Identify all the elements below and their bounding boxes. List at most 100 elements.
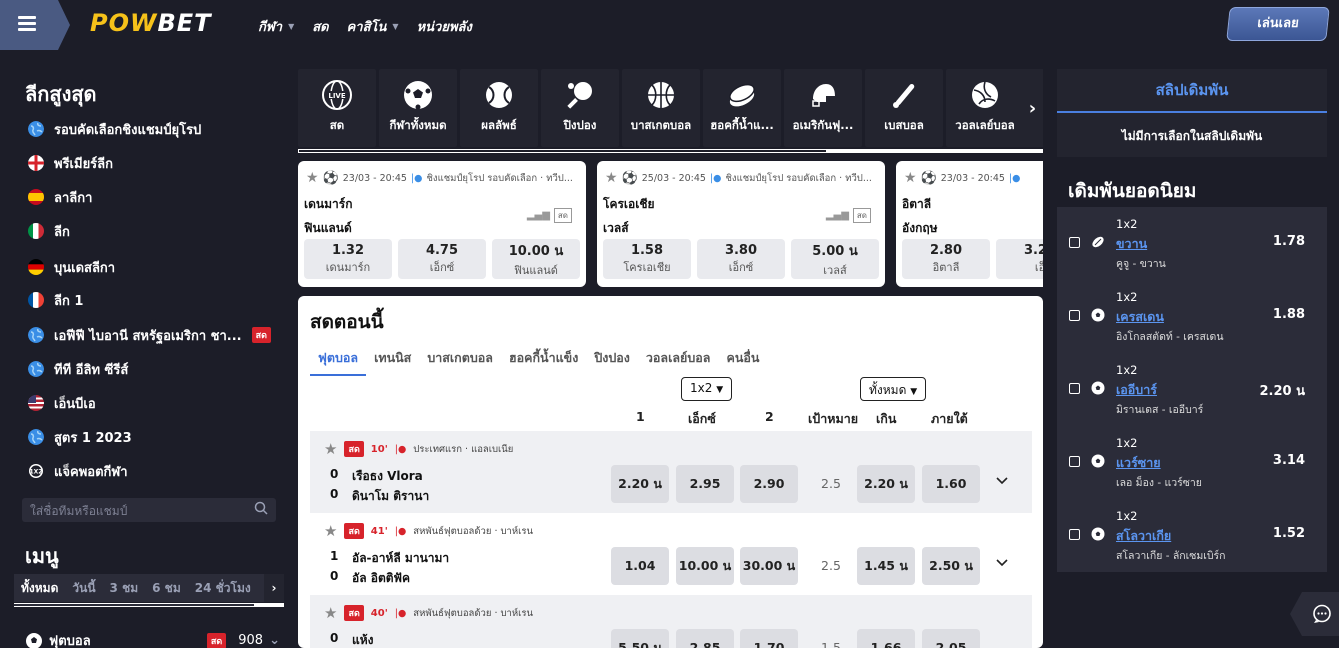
tab-others[interactable]: คนอื่น [718, 346, 767, 376]
league-item[interactable]: พรีเมียร์ลีก [28, 153, 113, 173]
star-icon[interactable]: ★ [324, 440, 337, 458]
live-stream-badge[interactable]: สด [553, 208, 572, 223]
league-item[interactable]: ลาลีกา [28, 187, 92, 207]
sport-tile-basketball[interactable]: บาสเกตบอล [622, 69, 700, 147]
sport-tile-table-tennis[interactable]: ปิงปอง [541, 69, 619, 147]
bet-pick[interactable]: เออีบาร์ [1116, 380, 1157, 400]
nav-casino[interactable]: คาสิโน ▼ [347, 16, 399, 37]
league-item[interactable]: ลีก [28, 221, 70, 241]
odd-button[interactable]: 10.00 นฟินแลนด์ [492, 239, 580, 279]
sport-row-soccer[interactable]: ฟุตบอล สด 908 ⌄ [25, 630, 280, 648]
popular-bet-item[interactable]: 1x2 ขวาน คูจู - ขวาน 1.78 [1057, 207, 1327, 277]
sport-tile-ice-hockey[interactable]: ฮอคกี้น้ำแ... [703, 69, 781, 147]
sport-tile-volleyball[interactable]: วอลเลย์บอล [946, 69, 1024, 147]
play-now-button[interactable]: เล่นเลย [1226, 7, 1330, 41]
stats-bars-icon[interactable]: ▂▄▆ [527, 210, 550, 221]
menu-button[interactable] [0, 0, 70, 50]
tab-basketball[interactable]: บาสเกตบอล [419, 346, 501, 376]
nav-sports[interactable]: กีฬา ▼ [258, 16, 294, 37]
odd-button-over[interactable]: 1.66 [857, 629, 915, 648]
bet-checkbox[interactable] [1069, 456, 1080, 467]
odd-button-2[interactable]: 1.70 [740, 629, 798, 648]
bet-pick[interactable]: เครสเดน [1116, 307, 1164, 327]
odd-button-under[interactable]: 2.05 [922, 629, 980, 648]
odd-button-1[interactable]: 2.20 น [611, 465, 669, 503]
league-item[interactable]: สูตร 1 2023 [28, 427, 132, 447]
match-card[interactable]: ★ ⚽ 23/03 - 20:45 |● ชิงแชมป์ยุโรป รอบคั… [298, 161, 586, 287]
chevron-right-icon[interactable]: › [1022, 69, 1043, 147]
league-item[interactable]: เอฟีฟี ไบอานี สหรัฐอเมริกา ชา... สด [28, 325, 271, 345]
tab-tennis[interactable]: เทนนิส [366, 346, 419, 376]
nav-power-units[interactable]: หน่วยพลัง [417, 16, 472, 37]
star-icon[interactable]: ★ [324, 522, 337, 540]
logo[interactable]: POWBET [90, 9, 212, 37]
time-tab-24h[interactable]: 24 ชั่วโมง [188, 579, 258, 598]
odd-button-1[interactable]: 5.50 น [611, 629, 669, 648]
odd-button[interactable]: 1.32 เดนมาร์ก [304, 239, 392, 279]
odd-button-1[interactable]: 1.04 [611, 547, 669, 585]
sport-tile-live[interactable]: LIVE สด [298, 69, 376, 147]
live-match-row[interactable]: ★ สด 10' |● ประเทศแรก · แอลเบเนีย 0 เรือ… [310, 431, 1032, 513]
sport-tile-results[interactable]: ผลลัพธ์ [460, 69, 538, 147]
odd-button-under[interactable]: 1.60 [922, 465, 980, 503]
sports-scrollbar[interactable] [298, 149, 1043, 153]
odd-button[interactable]: 3.80 เอ็กซ์ [697, 239, 785, 279]
popular-bet-item[interactable]: 1x2 สโลวาเกีย สโลวาเกีย - ลักเซมเบิร์ก 1… [1057, 499, 1327, 569]
league-item[interactable]: บุนเดสลีกา [28, 257, 115, 277]
bet-price[interactable]: 1.52 [1273, 526, 1305, 541]
odd-button[interactable]: 2.80 อิตาลี [902, 239, 990, 279]
match-card[interactable]: ★ ⚽ 25/03 - 20:45 |● ชิงแชมป์ยุโรป รอบคั… [597, 161, 885, 287]
bet-checkbox[interactable] [1069, 529, 1080, 540]
bet-slip-title[interactable]: สลิปเดิมพัน [1057, 69, 1327, 113]
league-item[interactable]: เอ็นบีเอ [28, 393, 96, 413]
bet-price[interactable]: 3.14 [1273, 453, 1305, 468]
chevron-right-icon[interactable]: › [264, 574, 284, 602]
stats-bars-icon[interactable]: ▂▄▆ [826, 210, 849, 221]
bet-price[interactable]: 2.20 น [1260, 380, 1306, 401]
sport-tile-all[interactable]: กีฬาทั้งหมด [379, 69, 457, 147]
chevron-down-icon[interactable]: ⌄ [269, 633, 280, 648]
bet-checkbox[interactable] [1069, 383, 1080, 394]
odd-button[interactable]: 3.20 เอ็ [996, 239, 1043, 279]
bet-checkbox[interactable] [1069, 310, 1080, 321]
team-search-input[interactable]: ใส่ชื่อทีมหรือแชมป์ [22, 498, 276, 522]
tabs-scrollbar[interactable] [14, 603, 284, 607]
odd-button[interactable]: 1.58 โครเอเชีย [603, 239, 691, 279]
tab-volleyball[interactable]: วอลเลย์บอล [638, 346, 719, 376]
sport-tile-baseball[interactable]: เบสบอล [865, 69, 943, 147]
time-tab-6h[interactable]: 6 ชม [145, 579, 188, 598]
odd-button[interactable]: 4.75 เอ็กซ์ [398, 239, 486, 279]
chat-button[interactable] [1290, 592, 1339, 636]
league-item[interactable]: ทีที อีลิท ซีรีส์ [28, 359, 128, 379]
odd-button-x[interactable]: 2.95 [676, 465, 734, 503]
odd-button-2[interactable]: 30.00 น [740, 547, 798, 585]
star-icon[interactable]: ★ [904, 170, 917, 186]
time-tab-3h[interactable]: 3 ชม [103, 579, 146, 598]
tab-soccer[interactable]: ฟุตบอล [310, 346, 367, 376]
chevron-down-icon[interactable] [996, 475, 1008, 487]
live-match-row[interactable]: ★ สด 40' |● สหพันธ์ฟุตบอลด้วย · บาห์เรน … [310, 595, 1032, 648]
time-tab-all[interactable]: ทั้งหมด [14, 579, 66, 605]
time-tab-today[interactable]: วันนี้ [65, 579, 102, 598]
sport-tile-american-football[interactable]: อเมริกันฟุ... [784, 69, 862, 147]
odd-button-2[interactable]: 2.90 [740, 465, 798, 503]
bet-price[interactable]: 1.88 [1273, 307, 1305, 322]
bet-pick[interactable]: สโลวาเกีย [1116, 526, 1171, 546]
popular-bet-item[interactable]: 1x2 แวร์ซาย เลอ ม็อง - แวร์ซาย 3.14 [1057, 426, 1327, 496]
star-icon[interactable]: ★ [306, 170, 319, 186]
odd-button-under[interactable]: 2.50 น [922, 547, 980, 585]
bet-price[interactable]: 1.78 [1273, 234, 1305, 249]
total-select[interactable]: ทั้งหมด ▼ [860, 377, 927, 401]
star-icon[interactable]: ★ [605, 170, 618, 186]
chevron-down-icon[interactable] [996, 557, 1008, 569]
odd-button-x[interactable]: 2.85 [676, 629, 734, 648]
market-select[interactable]: 1x2 ▼ [681, 377, 733, 401]
bet-pick[interactable]: ขวาน [1116, 234, 1147, 254]
odd-button[interactable]: 5.00 นเวลส์ [791, 239, 879, 279]
nav-live[interactable]: สด [312, 16, 328, 37]
odd-button-x[interactable]: 10.00 น [676, 547, 734, 585]
tab-ice-hockey[interactable]: ฮอคกี้น้ำแข็ง [501, 346, 586, 376]
popular-bet-item[interactable]: 1x2 เครสเดน อิงโกลสตัดท์ - เครสเดน 1.88 [1057, 280, 1327, 350]
live-stream-badge[interactable]: สด [852, 208, 871, 223]
league-item[interactable]: ลีก 1 [28, 290, 83, 310]
